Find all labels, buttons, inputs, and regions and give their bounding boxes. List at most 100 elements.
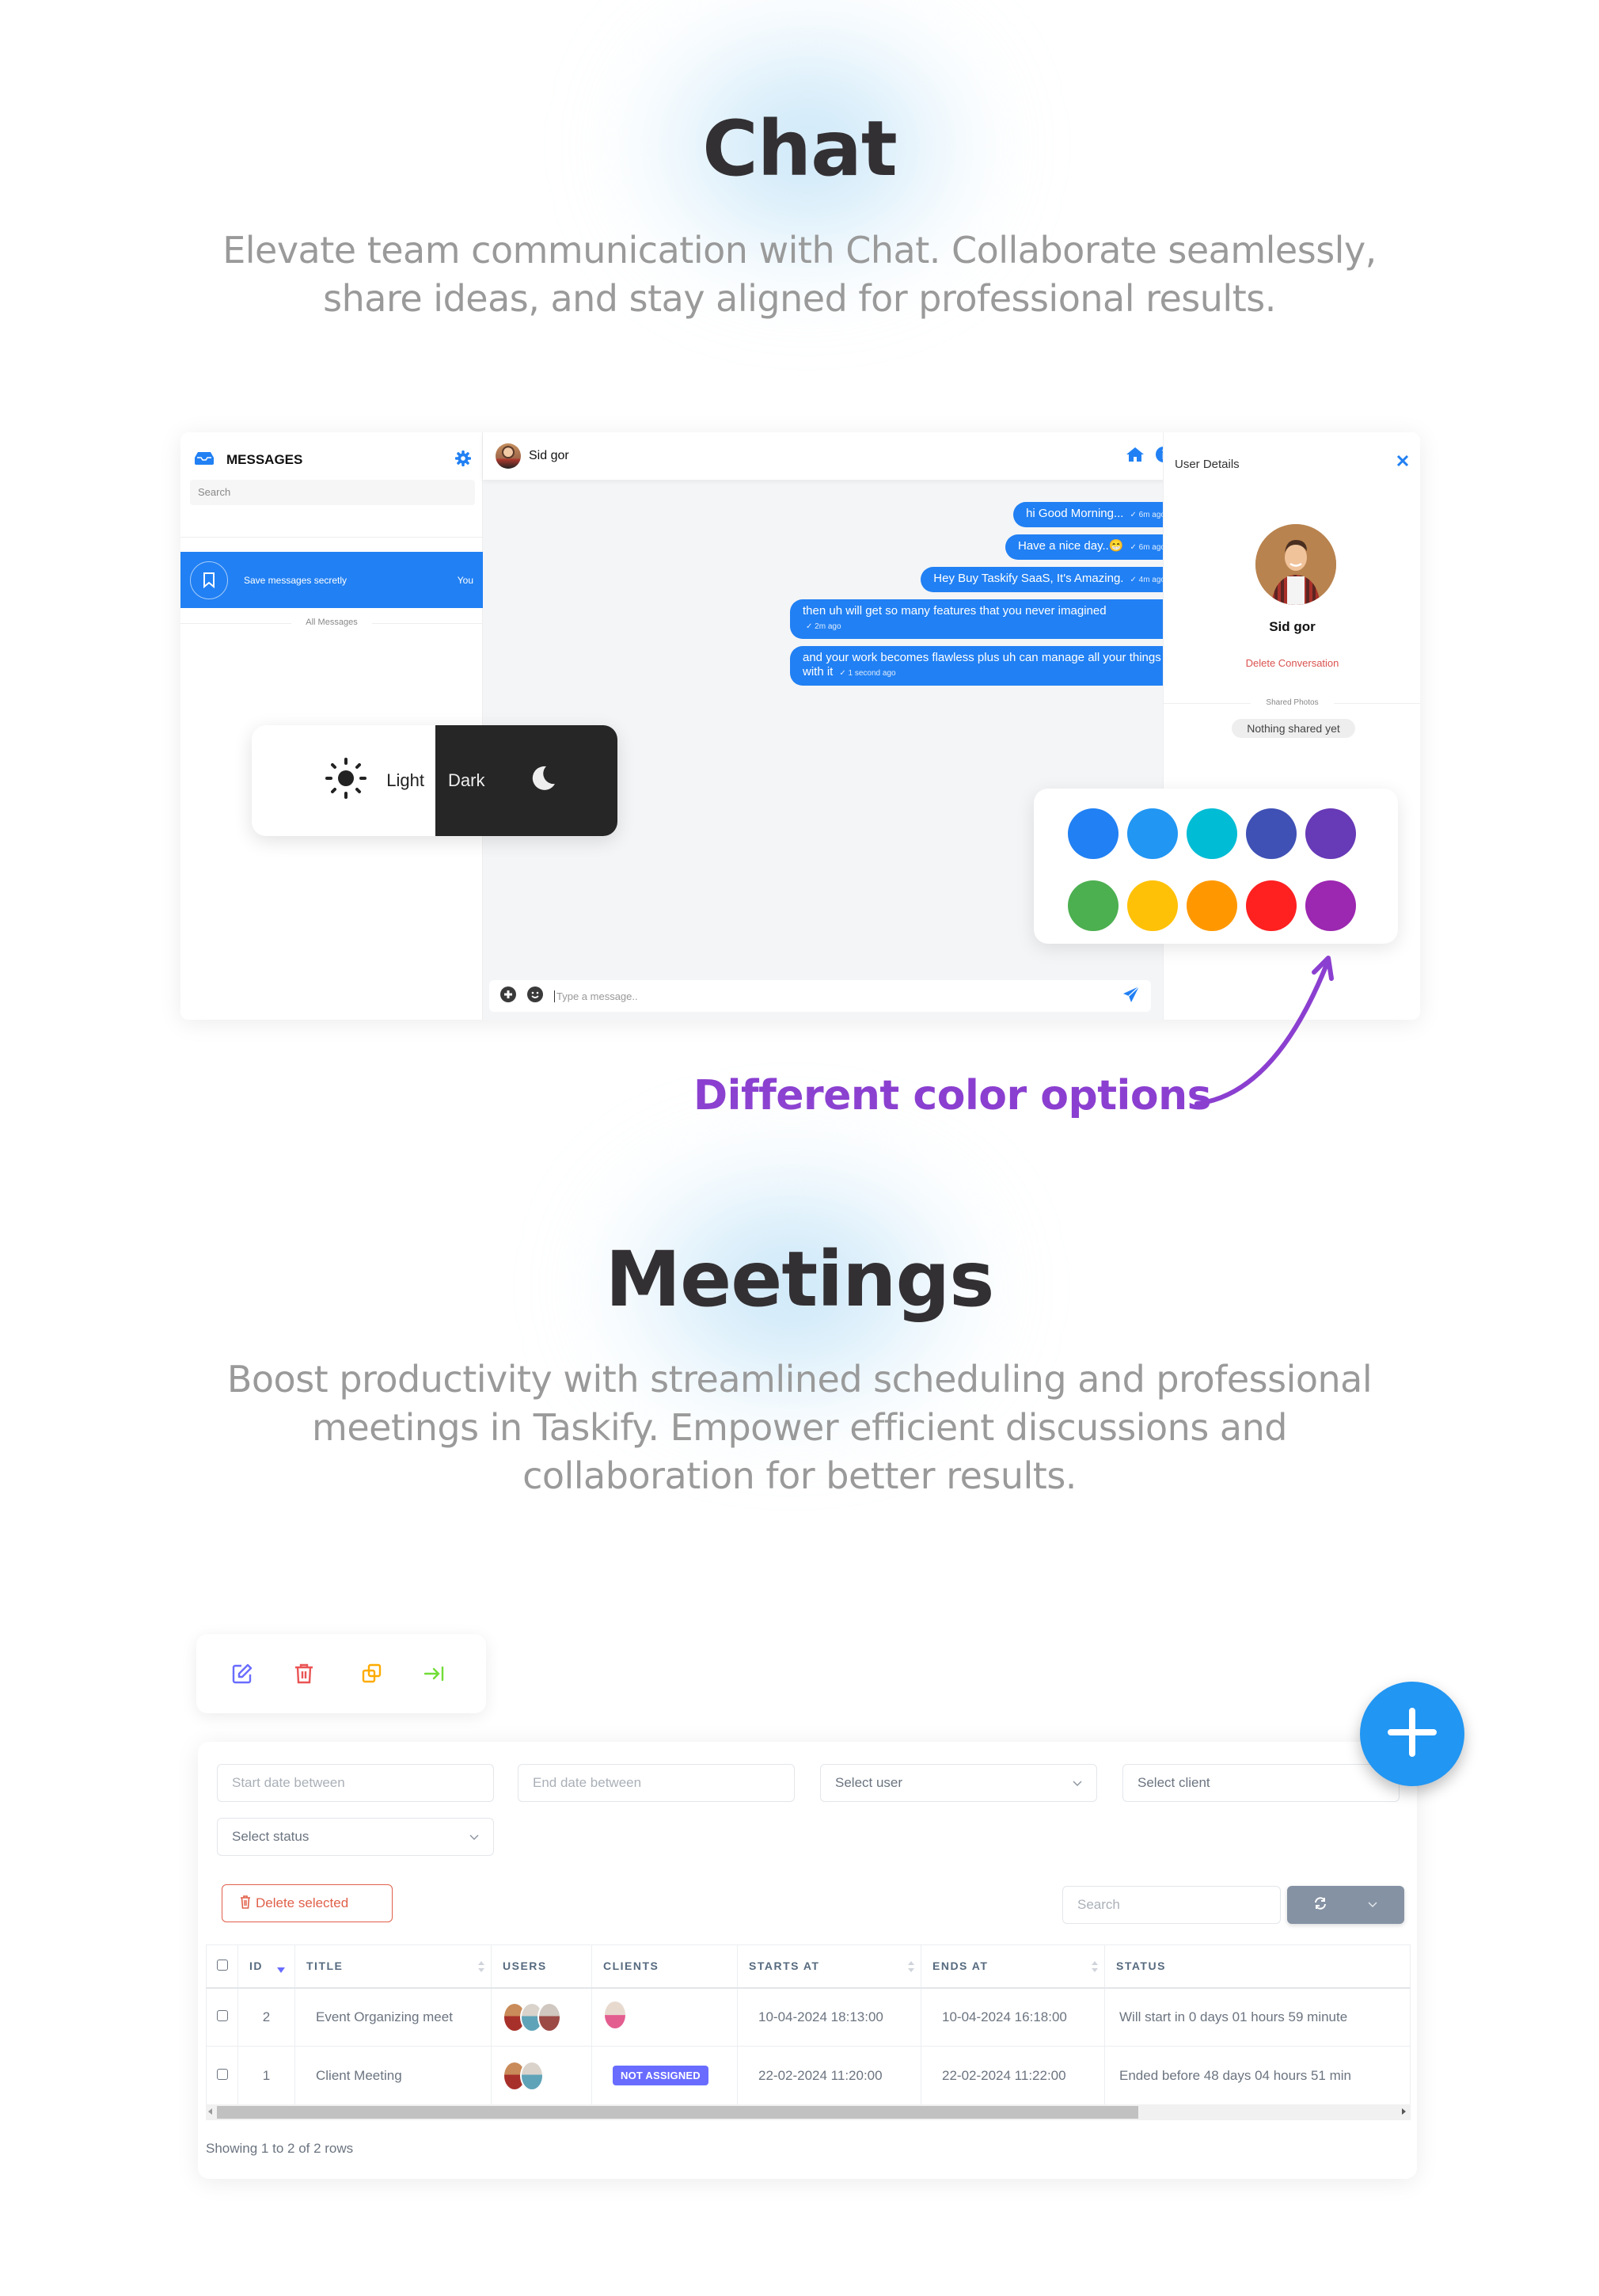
messages-title: MESSAGES bbox=[226, 452, 303, 467]
message-time: ✓ 4m ago bbox=[1130, 576, 1165, 584]
color-swatch[interactable] bbox=[1127, 880, 1178, 931]
plus-icon bbox=[1384, 1705, 1440, 1764]
column-header-ends-at[interactable]: ENDS AT bbox=[921, 1944, 1105, 1989]
sort-icon bbox=[1092, 1961, 1098, 1972]
sort-desc-icon bbox=[277, 1967, 285, 1973]
color-swatch[interactable] bbox=[1127, 808, 1178, 859]
add-attachment-icon[interactable] bbox=[500, 986, 516, 1006]
meetings-section-subtitle-line3: collaboration for better results. bbox=[522, 1454, 1077, 1497]
row-starts-at: 10-04-2024 18:13:00 bbox=[737, 1987, 921, 2047]
select-user-value: Select user bbox=[835, 1775, 903, 1790]
chevron-down-icon bbox=[1073, 1775, 1082, 1791]
scroll-left-icon[interactable] bbox=[208, 2108, 212, 2115]
gear-icon[interactable] bbox=[454, 450, 472, 470]
meetings-section-subtitle-line2: meetings in Taskify. Empower efficient d… bbox=[312, 1406, 1287, 1449]
emoji-icon[interactable] bbox=[527, 986, 543, 1006]
select-status-dropdown[interactable]: Select status bbox=[217, 1818, 494, 1856]
message-bubble[interactable]: Have a nice day..😁 ✓ 6m ago bbox=[1005, 534, 1178, 560]
color-options-annotation: Different color options bbox=[693, 1072, 1212, 1119]
row-starts-at: 22-02-2024 11:20:00 bbox=[737, 2046, 921, 2105]
user-details-header: User Details bbox=[1175, 458, 1240, 471]
dark-mode-label: Dark bbox=[448, 770, 485, 790]
user-avatar[interactable] bbox=[520, 2060, 544, 2091]
select-user-dropdown[interactable]: Select user bbox=[820, 1764, 1097, 1802]
color-swatch[interactable] bbox=[1305, 808, 1356, 859]
light-mode-button[interactable]: Light bbox=[252, 725, 435, 836]
message-bubble[interactable]: and your work becomes flawless plus uh c… bbox=[790, 646, 1178, 686]
table-row[interactable]: 2 Event Organizing meet 10-04-2024 18:13… bbox=[206, 1987, 1411, 2047]
chevron-down-icon bbox=[1368, 1898, 1377, 1912]
send-icon[interactable] bbox=[1122, 986, 1140, 1007]
row-checkbox-cell[interactable] bbox=[206, 2046, 238, 2105]
select-all-checkbox-cell[interactable] bbox=[206, 1944, 238, 1989]
select-client-dropdown[interactable]: Select client bbox=[1122, 1764, 1400, 1802]
home-icon[interactable] bbox=[1126, 447, 1145, 466]
color-swatch[interactable] bbox=[1187, 880, 1237, 931]
row-title[interactable]: Client Meeting bbox=[294, 2046, 492, 2105]
message-input[interactable]: Type a message.. bbox=[554, 990, 638, 1002]
delete-conversation-link[interactable]: Delete Conversation bbox=[1164, 657, 1420, 669]
not-assigned-badge: NOT ASSIGNED bbox=[613, 2066, 708, 2085]
messages-search-input[interactable]: Search bbox=[190, 480, 475, 505]
delete-selected-button[interactable]: Delete selected bbox=[222, 1884, 393, 1922]
saved-messages-item[interactable]: Save messages secretly You bbox=[180, 552, 483, 608]
shared-photos-label: Shared Photos bbox=[1164, 698, 1420, 707]
close-icon[interactable] bbox=[1396, 454, 1409, 471]
row-checkbox-cell[interactable] bbox=[206, 1987, 238, 2047]
row-title[interactable]: Event Organizing meet bbox=[294, 1987, 492, 2047]
message-bubble[interactable]: hi Good Morning... ✓ 6m ago bbox=[1013, 502, 1178, 527]
user-avatar[interactable] bbox=[537, 2001, 561, 2032]
row-ends-at: 10-04-2024 16:18:00 bbox=[921, 1987, 1105, 2047]
select-all-checkbox[interactable] bbox=[216, 1959, 228, 1971]
horizontal-scrollbar[interactable] bbox=[206, 2104, 1411, 2120]
message-bubble[interactable]: Hey Buy Taskify SaaS, It's Amazing. ✓ 4m … bbox=[921, 567, 1178, 592]
add-meeting-button[interactable] bbox=[1360, 1682, 1464, 1786]
shared-photos-empty: Nothing shared yet bbox=[1232, 719, 1355, 738]
saved-messages-label: Save messages secretly bbox=[244, 574, 348, 586]
go-to-icon[interactable] bbox=[423, 1665, 486, 1682]
end-date-filter[interactable]: End date between bbox=[518, 1764, 795, 1802]
column-header-id[interactable]: ID bbox=[237, 1944, 295, 1989]
messages-header: MESSAGES bbox=[195, 447, 472, 473]
scrollbar-thumb[interactable] bbox=[217, 2106, 1138, 2119]
row-status: Will start in 0 days 01 hours 59 minute bbox=[1104, 1987, 1411, 2047]
row-id: 1 bbox=[237, 2046, 295, 2105]
delete-icon[interactable] bbox=[294, 1663, 356, 1685]
color-swatch[interactable] bbox=[1068, 880, 1119, 931]
scroll-right-icon[interactable] bbox=[1402, 2108, 1406, 2115]
row-checkbox[interactable] bbox=[216, 2009, 228, 2021]
duplicate-icon[interactable] bbox=[361, 1663, 423, 1685]
theme-toggle: Light Dark bbox=[252, 725, 617, 836]
chat-section-subtitle-line1: Elevate team communication with Chat. Co… bbox=[222, 229, 1377, 272]
client-avatar[interactable] bbox=[603, 2000, 627, 2031]
column-header-title[interactable]: TITLE bbox=[294, 1944, 492, 1989]
row-clients bbox=[591, 1987, 738, 2047]
color-swatch[interactable] bbox=[1246, 880, 1297, 931]
table-row[interactable]: 1 Client Meeting NOT ASSIGNED 22-02-2024… bbox=[206, 2046, 1411, 2105]
chat-section-subtitle-line2: share ideas, and stay aligned for profes… bbox=[323, 277, 1276, 320]
column-header-starts-at[interactable]: STARTS AT bbox=[737, 1944, 921, 1989]
message-time: ✓ 2m ago bbox=[806, 622, 841, 631]
color-swatch[interactable] bbox=[1305, 880, 1356, 931]
message-bubble[interactable]: then uh will get so many features that y… bbox=[790, 599, 1178, 639]
row-users bbox=[491, 1987, 592, 2047]
refresh-icon[interactable] bbox=[1314, 1896, 1327, 1914]
color-swatch[interactable] bbox=[1068, 808, 1119, 859]
table-tools-dropdown[interactable] bbox=[1287, 1886, 1404, 1924]
message-composer: Type a message.. bbox=[489, 980, 1151, 1012]
color-swatch[interactable] bbox=[1187, 808, 1237, 859]
contact-avatar[interactable] bbox=[496, 443, 521, 469]
user-avatar bbox=[1255, 524, 1336, 605]
chat-section-title: Chat bbox=[702, 105, 897, 193]
color-swatch[interactable] bbox=[1246, 808, 1297, 859]
table-search-input[interactable]: Search bbox=[1062, 1886, 1281, 1924]
row-id: 2 bbox=[237, 1987, 295, 2047]
row-checkbox[interactable] bbox=[216, 2068, 228, 2080]
bookmark-icon bbox=[190, 561, 228, 599]
dark-mode-button[interactable]: Dark bbox=[435, 725, 617, 836]
start-date-filter[interactable]: Start date between bbox=[217, 1764, 494, 1802]
color-options-card bbox=[1034, 789, 1398, 944]
sun-icon bbox=[325, 757, 367, 804]
edit-icon[interactable] bbox=[231, 1663, 294, 1685]
row-actions-card bbox=[196, 1634, 486, 1713]
